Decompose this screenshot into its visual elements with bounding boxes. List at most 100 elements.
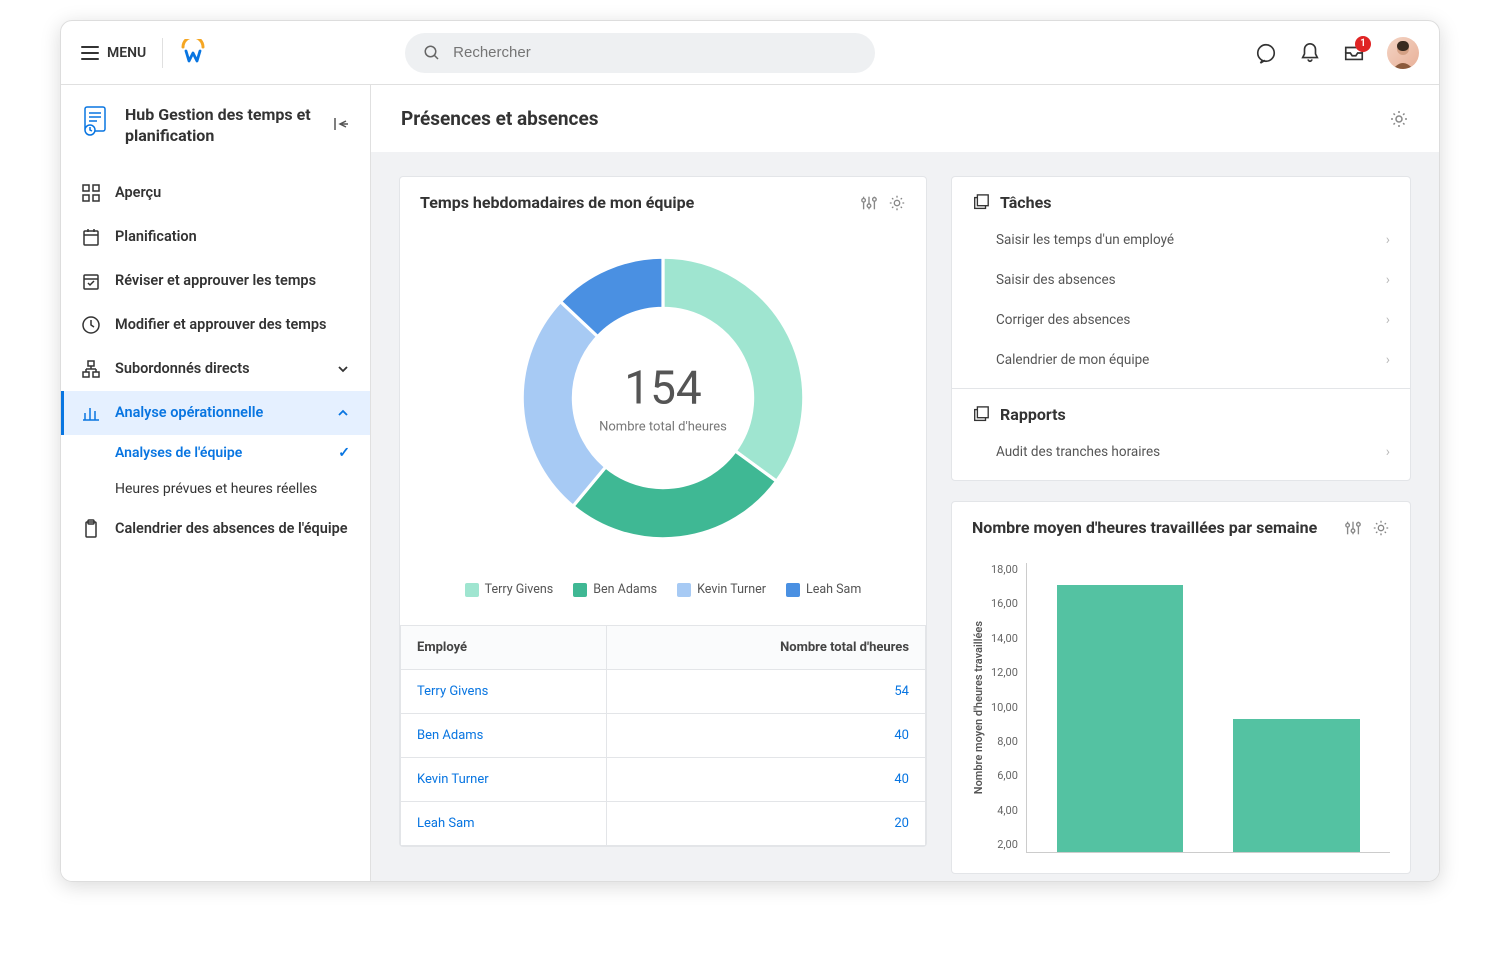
tasks-title: Tâches — [1000, 193, 1051, 212]
donut-chart: 154 Nombre total d'heures — [503, 238, 823, 558]
nav-label: Aperçu — [115, 184, 161, 201]
sidebar-item-3[interactable]: Modifier et approuver des temps — [61, 303, 370, 347]
inbox-icon[interactable]: 1 — [1343, 42, 1365, 64]
donut-center-label: Nombre total d'heures — [599, 420, 727, 435]
employee-link[interactable]: Leah Sam — [417, 816, 475, 831]
search-box[interactable] — [405, 33, 875, 73]
legend-item: Kevin Turner — [677, 582, 766, 597]
nav-label: Modifier et approuver des temps — [115, 316, 327, 333]
hours-table: Employé Nombre total d'heures Terry Give… — [400, 625, 926, 846]
reports-title: Rapports — [1000, 405, 1066, 424]
chevron-right-icon: › — [1386, 312, 1390, 328]
legend-label: Ben Adams — [593, 582, 657, 597]
ytick: 6,00 — [997, 769, 1018, 782]
legend-swatch — [786, 583, 800, 597]
bars-icon — [81, 403, 101, 423]
nav-label: Réviser et approuver les temps — [115, 272, 316, 289]
nav-label: Planification — [115, 228, 197, 245]
ytick: 16,00 — [991, 597, 1018, 610]
sidebar-title: Hub Gestion des temps et planification — [125, 105, 320, 147]
search-input[interactable] — [453, 44, 857, 61]
avatar[interactable] — [1387, 37, 1419, 69]
sidebar-item-0[interactable]: Aperçu — [61, 171, 370, 215]
bar — [1233, 719, 1360, 852]
employee-link[interactable]: Terry Givens — [417, 684, 488, 699]
legend-swatch — [573, 583, 587, 597]
th-hours: Nombre total d'heures — [607, 626, 926, 670]
table-row: Terry Givens54 — [401, 670, 926, 714]
calendar-check-icon — [81, 271, 101, 291]
ytick: 2,00 — [997, 838, 1018, 851]
employee-link[interactable]: Ben Adams — [417, 728, 483, 743]
ytick: 8,00 — [997, 735, 1018, 748]
th-employee: Employé — [401, 626, 607, 670]
tasks-icon — [972, 194, 990, 212]
task-item[interactable]: Calendrier de mon équipe › — [952, 340, 1410, 380]
collapse-sidebar-icon[interactable] — [332, 115, 350, 133]
sidebar-item-1[interactable]: Planification — [61, 215, 370, 259]
sidebar-item-5[interactable]: Analyse opérationnelle — [61, 391, 370, 435]
task-item[interactable]: Saisir des absences› — [952, 260, 1410, 300]
ytick: 18,00 — [991, 563, 1018, 576]
chevron-right-icon: › — [1386, 352, 1390, 368]
sidebar-item-6[interactable]: Calendrier des absences de l'équipe — [61, 507, 370, 551]
check-icon: ✓ — [338, 445, 350, 461]
weekly-hours-card: Temps hebdomadaires de mon équipe 154 — [399, 176, 927, 847]
sidebar-header: Hub Gestion des temps et planification — [61, 105, 370, 171]
sidebar-subitem-5-1[interactable]: Heures prévues et heures réelles — [61, 471, 370, 507]
page-title: Présences et absences — [401, 107, 598, 130]
task-label: Audit des tranches horaires — [996, 444, 1160, 460]
sidebar-item-2[interactable]: Réviser et approuver les temps — [61, 259, 370, 303]
chevron-up-icon — [336, 406, 350, 420]
donut-legend: Terry Givens Ben Adams Kevin Turner Leah Sa… — [465, 582, 862, 597]
workday-logo-icon[interactable] — [179, 39, 207, 67]
page-header: Présences et absences — [371, 85, 1439, 152]
org-icon — [81, 359, 101, 379]
task-item[interactable]: Audit des tranches horaires › — [952, 432, 1410, 472]
hamburger-icon — [81, 46, 99, 60]
legend-swatch — [677, 583, 691, 597]
task-label: Calendrier de mon équipe — [996, 352, 1149, 368]
employee-link[interactable]: Kevin Turner — [417, 772, 489, 787]
page-settings-gear-icon[interactable] — [1389, 109, 1409, 129]
menu-button[interactable]: MENU — [81, 38, 163, 68]
gear-icon[interactable] — [1372, 519, 1390, 537]
task-item[interactable]: Saisir les temps d'un employé › — [952, 220, 1410, 260]
ytick: 10,00 — [991, 701, 1018, 714]
reports-icon — [972, 406, 990, 424]
legend-item: Terry Givens — [465, 582, 554, 597]
bar — [1057, 585, 1184, 852]
task-item[interactable]: Corriger des absences › — [952, 300, 1410, 340]
inbox-badge: 1 — [1355, 36, 1371, 52]
legend-swatch — [465, 583, 479, 597]
chevron-right-icon: › — [1386, 232, 1390, 248]
clock-icon — [81, 315, 101, 335]
menu-label: MENU — [107, 45, 146, 61]
bar-ylabel: Nombre moyen d'heures travaillées — [972, 621, 985, 794]
task-label: Saisir les temps d'un employé — [996, 232, 1174, 248]
legend-label: Terry Givens — [485, 582, 554, 597]
bar-plot — [1026, 563, 1390, 853]
bell-icon[interactable] — [1299, 42, 1321, 64]
legend-label: Leah Sam — [806, 582, 861, 597]
hours-cell: 20 — [607, 802, 926, 846]
search-icon — [423, 44, 441, 62]
sidebar-subitem-5-0[interactable]: Analyses de l'équipe✓ — [61, 435, 370, 471]
chevron-right-icon: › — [1386, 444, 1390, 460]
hours-cell: 40 — [607, 758, 926, 802]
chevron-right-icon: › — [1386, 272, 1390, 288]
legend-label: Kevin Turner — [697, 582, 766, 597]
legend-item: Ben Adams — [573, 582, 657, 597]
bar-yaxis: 18,0016,0014,0012,0010,008,006,004,002,0… — [991, 563, 1026, 853]
task-label: Corriger des absences — [996, 312, 1130, 328]
hub-icon — [81, 105, 113, 137]
sidebar-item-4[interactable]: Subordonnés directs — [61, 347, 370, 391]
ytick: 14,00 — [991, 632, 1018, 645]
sliders-icon[interactable] — [1344, 519, 1362, 537]
header-icons: 1 — [1255, 37, 1419, 69]
gear-icon[interactable] — [888, 194, 906, 212]
sliders-icon[interactable] — [860, 194, 878, 212]
nav-sub-label: Heures prévues et heures réelles — [115, 481, 317, 497]
chat-icon[interactable] — [1255, 42, 1277, 64]
nav-label: Calendrier des absences de l'équipe — [115, 520, 348, 537]
